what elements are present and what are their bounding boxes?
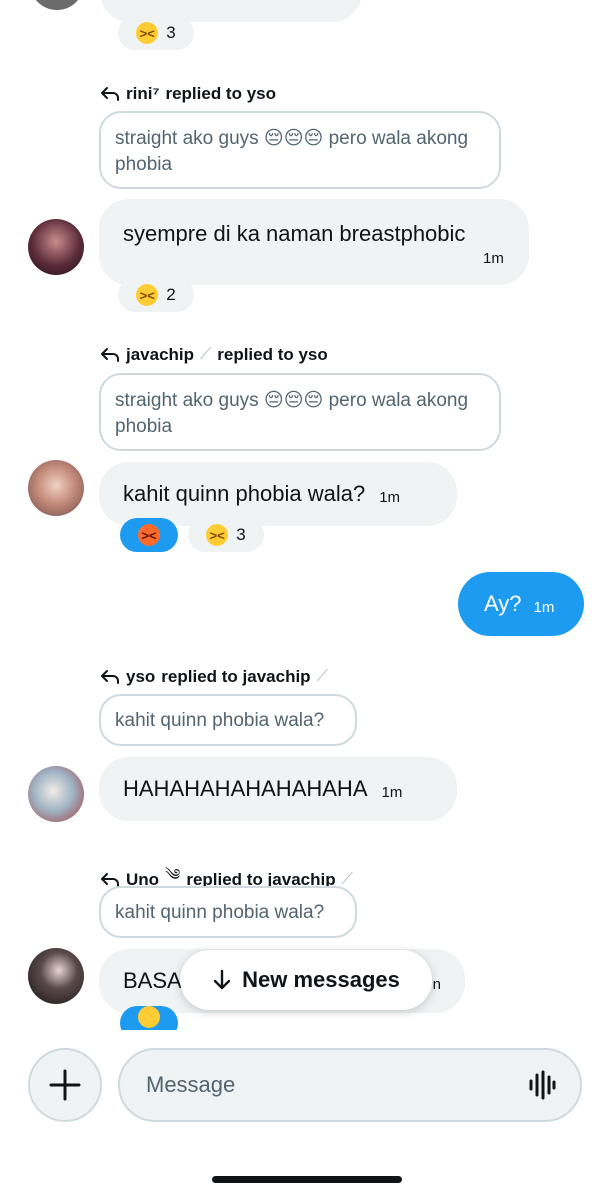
voice-wave-icon[interactable] xyxy=(528,1070,556,1100)
message-input-placeholder: Message xyxy=(146,1072,236,1097)
reaction-laughing[interactable]: >< 3 xyxy=(188,518,264,552)
reply-header: yso replied to javachip ⟋ xyxy=(100,667,328,687)
outgoing-message-bubble[interactable]: Ay? 1m xyxy=(458,572,584,636)
quoted-message[interactable]: straight ako guys 😔😔😔 pero wala akong ph… xyxy=(99,373,501,451)
reply-author[interactable]: yso xyxy=(126,667,155,687)
sad-face-icon xyxy=(138,1006,160,1028)
avatar-uno[interactable] xyxy=(28,948,84,1004)
message-text: syempre di ka naman breastphobic xyxy=(123,221,466,246)
reaction-count: 3 xyxy=(236,525,246,544)
message-input[interactable]: Message xyxy=(118,1048,582,1122)
reaction-laughing[interactable]: >< 3 xyxy=(118,16,194,50)
message-bubble[interactable]: kahit quinn phobia wala? 1m xyxy=(99,462,457,526)
reaction-laughing[interactable]: >< 2 xyxy=(118,278,194,312)
message-bubble[interactable]: syempre di ka naman breastphobic xyxy=(99,199,529,285)
new-messages-button[interactable]: New messages xyxy=(180,950,432,1010)
reply-author[interactable]: javachip xyxy=(126,345,194,365)
quoted-message[interactable]: straight ako guys 😔😔😔 pero wala akong ph… xyxy=(99,111,501,189)
message-time: 1m xyxy=(533,598,555,616)
quoted-text: kahit quinn phobia wala? xyxy=(115,710,325,731)
message-text: HAHAHAHAHAHAHAHA xyxy=(123,776,368,801)
message-text: kahit quinn phobia wala? xyxy=(123,481,366,506)
plus-icon xyxy=(49,1069,81,1101)
reply-text: replied to yso xyxy=(165,84,276,103)
reaction-angry[interactable]: >< xyxy=(120,518,178,552)
reply-arrow-icon xyxy=(101,670,119,684)
add-button[interactable] xyxy=(28,1048,102,1122)
quoted-text: kahit quinn phobia wala? xyxy=(115,902,325,923)
reply-arrow-icon xyxy=(101,348,119,362)
laughing-face-icon: >< xyxy=(136,284,159,306)
reaction-count: 2 xyxy=(166,285,176,304)
avatar-javachip[interactable] xyxy=(28,460,84,516)
reply-author[interactable]: rini⁷ xyxy=(126,84,159,104)
message-time: 1m xyxy=(483,250,504,267)
message-time: n xyxy=(432,975,441,993)
arrow-down-icon xyxy=(213,969,231,990)
message-time: 1m xyxy=(381,783,403,801)
quoted-text: straight ako guys 😔😔😔 pero wala akong ph… xyxy=(115,128,469,175)
message-text: Ay? xyxy=(484,591,522,616)
feather-icon: ⟋ xyxy=(341,870,353,888)
feather-icon: ⟋ xyxy=(200,346,212,363)
laughing-face-icon: >< xyxy=(206,524,229,546)
avatar-partial[interactable] xyxy=(30,0,84,10)
reply-arrow-icon xyxy=(101,87,119,101)
message-text: BASA xyxy=(123,968,182,993)
angry-face-icon: >< xyxy=(138,524,160,546)
message-time: 1m xyxy=(379,488,401,506)
quoted-message[interactable]: kahit quinn phobia wala? xyxy=(99,694,357,746)
reply-arrow-icon xyxy=(101,872,119,887)
reply-text: replied to javachip xyxy=(161,667,311,686)
avatar-rini[interactable] xyxy=(28,219,84,275)
message-bubble[interactable]: HAHAHAHAHAHAHAHA 1m xyxy=(99,757,457,821)
reply-text: replied to yso xyxy=(217,345,328,364)
quoted-message[interactable]: kahit quinn phobia wala? xyxy=(99,886,357,938)
avatar-yso[interactable] xyxy=(28,766,84,822)
reply-header: rini⁷ replied to yso xyxy=(100,84,276,104)
reaction-count: 3 xyxy=(166,23,176,42)
laughing-face-icon: >< xyxy=(136,22,159,44)
feather-icon: ⟋ xyxy=(316,668,328,685)
reply-header: javachip ⟋ replied to yso xyxy=(100,345,328,365)
new-messages-label: New messages xyxy=(242,967,400,992)
quoted-text: straight ako guys 😔😔😔 pero wala akong ph… xyxy=(115,390,469,437)
home-indicator[interactable] xyxy=(212,1176,402,1183)
